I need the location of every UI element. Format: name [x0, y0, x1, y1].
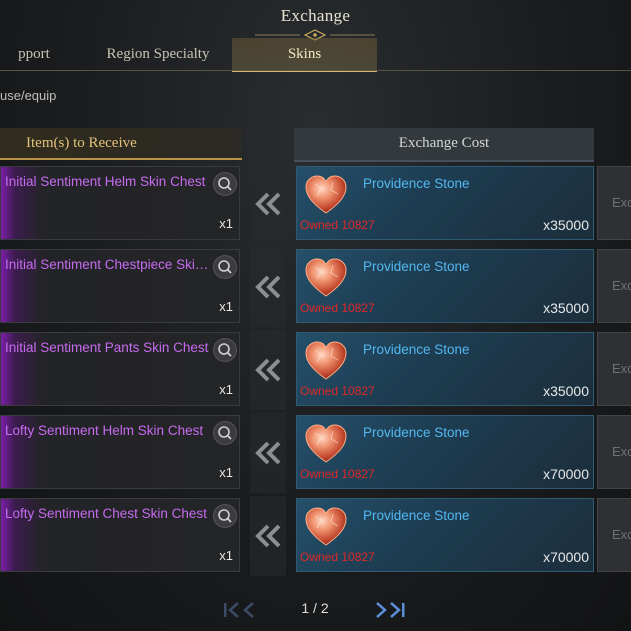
exchange-row: Initial Sentiment Helm Skin Chest x1 Pro…	[0, 164, 631, 244]
receive-item-quantity: x1	[219, 465, 233, 480]
arrow-column	[250, 496, 286, 576]
receive-item-quantity: x1	[219, 299, 233, 314]
magnify-icon[interactable]	[213, 255, 237, 279]
receive-item-name: Lofty Sentiment Chest Skin Chest	[5, 506, 207, 521]
arrow-column	[250, 330, 286, 410]
receive-item-name: Initial Sentiment Pants Skin Chest	[5, 340, 209, 355]
cost-item-slot[interactable]: Providence Stone Owned 10827 x35000	[296, 166, 594, 240]
receive-item-quantity: x1	[219, 548, 233, 563]
exchange-row: Lofty Sentiment Chest Skin Chest x1 Prov…	[0, 496, 631, 576]
arrow-column	[250, 164, 286, 244]
cost-item-name: Providence Stone	[363, 425, 470, 440]
cost-column-header: Exchange Cost	[294, 128, 594, 162]
exchange-row: Initial Sentiment Chestpiece Skin... x1	[0, 247, 631, 327]
receive-item-quantity: x1	[219, 216, 233, 231]
magnify-icon[interactable]	[213, 504, 237, 528]
exchange-row: Lofty Sentiment Helm Skin Chest x1 Provi…	[0, 413, 631, 493]
receive-item-name: Initial Sentiment Chestpiece Skin...	[5, 257, 213, 272]
cost-item-slot[interactable]: Providence Stone Owned 10827 x70000	[296, 415, 594, 489]
heart-stone-icon	[305, 258, 347, 297]
hint-text: use/equip	[0, 88, 57, 103]
cost-item-name: Providence Stone	[363, 342, 470, 357]
receive-column-header: Item(s) to Receive	[0, 128, 242, 160]
cost-item-name: Providence Stone	[363, 259, 470, 274]
owned-count: Owned 10827	[300, 218, 375, 232]
cost-quantity: x35000	[543, 217, 589, 233]
heart-stone-icon	[305, 175, 347, 214]
owned-count: Owned 10827	[300, 467, 375, 481]
owned-count: Owned 10827	[300, 384, 375, 398]
magnify-icon[interactable]	[213, 172, 237, 196]
owned-count: Owned 10827	[300, 301, 375, 315]
exchange-button[interactable]: Exc	[597, 249, 631, 323]
heart-stone-icon	[305, 424, 347, 463]
double-chevron-left-icon	[255, 524, 281, 548]
prev-page-icon[interactable]	[240, 600, 258, 620]
window-title: Exchange	[280, 6, 351, 25]
cost-item-slot[interactable]: Providence Stone Owned 10827 x35000	[296, 332, 594, 406]
double-chevron-left-icon	[255, 358, 281, 382]
cost-item-slot[interactable]: Providence Stone Owned 10827 x35000	[296, 249, 594, 323]
tab-support[interactable]: pport	[0, 38, 74, 70]
double-chevron-left-icon	[255, 192, 281, 216]
exchange-row: Initial Sentiment Pants Skin Chest x1 Pr…	[0, 330, 631, 410]
exchange-button[interactable]: Exc	[597, 166, 631, 240]
cost-quantity: x35000	[543, 383, 589, 399]
cost-item-name: Providence Stone	[363, 508, 470, 523]
cost-item-slot[interactable]: Providence Stone Owned 10827 x70000	[296, 498, 594, 572]
exchange-button[interactable]: Exc	[597, 332, 631, 406]
cost-quantity: x70000	[543, 466, 589, 482]
magnify-icon[interactable]	[213, 338, 237, 362]
magnify-icon[interactable]	[213, 421, 237, 445]
exchange-button[interactable]: Exc	[597, 415, 631, 489]
tabs-divider	[0, 70, 631, 71]
heart-stone-icon	[305, 341, 347, 380]
tab-skins[interactable]: Skins	[232, 38, 377, 72]
double-chevron-left-icon	[255, 275, 281, 299]
cost-quantity: x70000	[543, 549, 589, 565]
arrow-column	[250, 247, 286, 327]
receive-item-slot[interactable]: Initial Sentiment Pants Skin Chest x1	[0, 332, 240, 406]
receive-item-name: Initial Sentiment Helm Skin Chest	[5, 174, 206, 189]
receive-item-slot[interactable]: Initial Sentiment Helm Skin Chest x1	[0, 166, 240, 240]
exchange-button[interactable]: Exc	[597, 498, 631, 572]
owned-count: Owned 10827	[300, 550, 375, 564]
receive-item-slot[interactable]: Lofty Sentiment Chest Skin Chest x1	[0, 498, 240, 572]
pagination: 1 / 2	[0, 596, 631, 624]
receive-item-slot[interactable]: Lofty Sentiment Helm Skin Chest x1	[0, 415, 240, 489]
receive-item-name: Lofty Sentiment Helm Skin Chest	[5, 423, 204, 438]
heart-stone-icon	[305, 507, 347, 546]
cost-item-name: Providence Stone	[363, 176, 470, 191]
page-indicator: 1 / 2	[301, 600, 329, 616]
receive-item-quantity: x1	[219, 382, 233, 397]
arrow-column	[250, 413, 286, 493]
double-chevron-left-icon	[255, 441, 281, 465]
receive-item-slot[interactable]: Initial Sentiment Chestpiece Skin... x1	[0, 249, 240, 323]
tab-region-specialty[interactable]: Region Specialty	[96, 38, 220, 70]
last-page-icon[interactable]	[388, 600, 410, 620]
cost-quantity: x35000	[543, 300, 589, 316]
